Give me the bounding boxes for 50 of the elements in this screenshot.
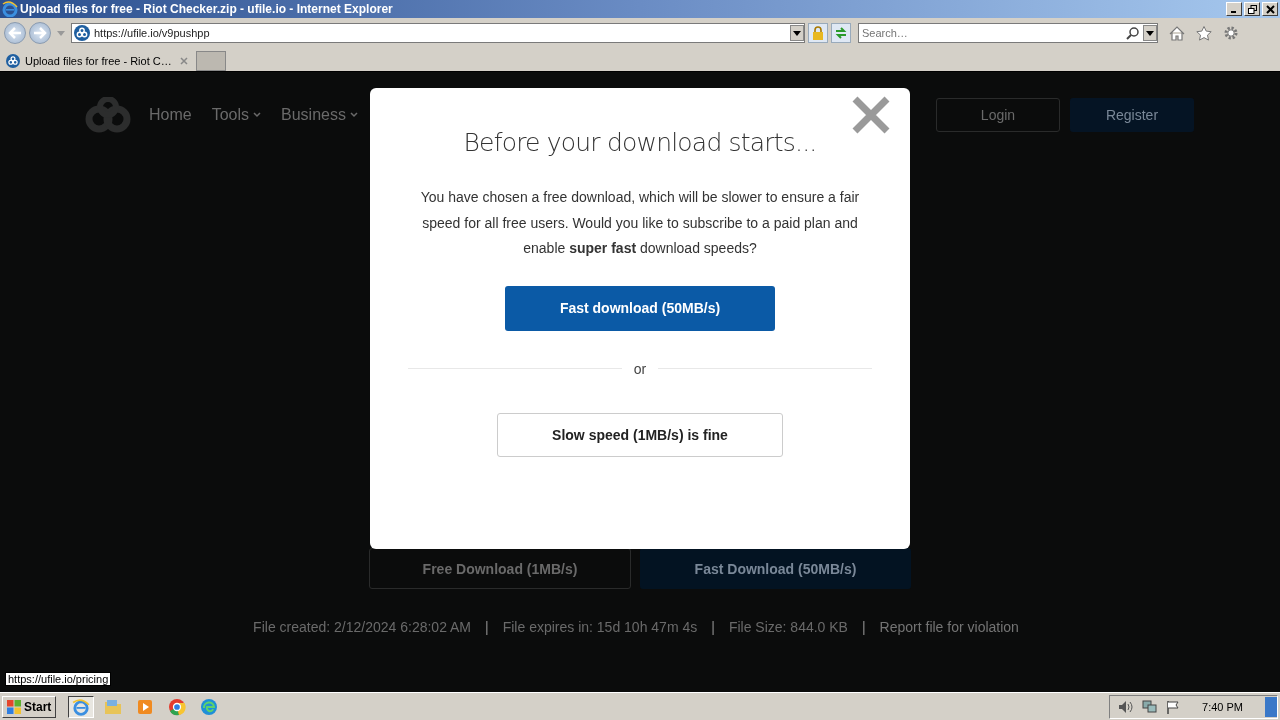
address-field[interactable]: https://ufile.io/v9pushpp <box>71 23 805 43</box>
home-icon[interactable] <box>1169 25 1185 41</box>
site-icon <box>6 53 20 68</box>
window-title: Upload files for free - Riot Checker.zip - ufile.io - Internet Explorer <box>20 2 393 16</box>
browser-icon[interactable] <box>68 695 95 718</box>
windows-logo-icon <box>7 699 21 714</box>
clock-text: 7:40 PM <box>1202 700 1243 713</box>
fast-download-button[interactable]: Fast Download (50MB/s) <box>640 548 911 589</box>
search-icon[interactable] <box>1126 26 1139 40</box>
close-button[interactable] <box>1262 2 1278 16</box>
volume-icon[interactable] <box>1118 699 1135 714</box>
forward-button[interactable] <box>29 22 51 44</box>
file-info-text: File created: 2/12/2024 6:28:02 AM <box>253 619 472 635</box>
close-icon[interactable] <box>852 96 890 134</box>
settings-icon[interactable] <box>1223 25 1239 41</box>
separator: | <box>710 619 716 635</box>
flag-icon[interactable] <box>1166 699 1181 714</box>
start-button[interactable]: Start <box>2 695 57 718</box>
back-arrow-icon <box>8 27 22 39</box>
star-icon[interactable] <box>1196 25 1212 41</box>
file-info-text: File Size: 844.0 KB <box>728 619 848 635</box>
or-text: or <box>633 360 647 377</box>
show-desktop-button[interactable] <box>1265 696 1277 717</box>
dropdown-icon[interactable] <box>790 25 804 41</box>
report-link[interactable]: Report file for violation <box>879 619 1019 635</box>
refresh-icon[interactable] <box>831 23 851 43</box>
browser-icon <box>2 1 18 17</box>
nav-link[interactable]: Business <box>281 106 358 124</box>
modal-message: You have chosen a free download, which will be slower to ensure a fair speed for all free users. Would you like to subscribe to a paid plan and enable super fast download speeds? <box>419 188 861 258</box>
dropdown-icon[interactable] <box>1143 25 1157 41</box>
close-icon[interactable] <box>180 56 188 65</box>
nav-link[interactable]: Tools <box>211 106 262 124</box>
tab-title: Upload files for free - Riot C… <box>25 54 173 67</box>
restore-button[interactable] <box>1244 2 1260 16</box>
fast-download-button[interactable]: Fast download (50MB/s) <box>505 285 775 331</box>
separator: | <box>484 619 490 635</box>
login-button[interactable]: Login <box>936 98 1060 132</box>
register-button[interactable]: Register <box>1070 98 1194 132</box>
site-icon <box>74 25 90 41</box>
modal-title: Before your download starts... <box>463 128 817 157</box>
back-button[interactable] <box>4 22 26 44</box>
status-url: https://ufile.io/pricing <box>5 672 112 686</box>
slow-download-button[interactable]: Slow speed (1MB/s) is fine <box>497 412 783 457</box>
separator: | <box>860 619 867 635</box>
forward-arrow-icon <box>33 27 47 39</box>
nav-link[interactable]: Home <box>149 106 192 124</box>
file-info-text: File expires in: 15d 10h 47m 4s <box>502 619 698 635</box>
minimize-button[interactable] <box>1226 2 1242 16</box>
search-bar[interactable]: Search… <box>858 23 1158 43</box>
network-icon[interactable] <box>1142 699 1159 714</box>
